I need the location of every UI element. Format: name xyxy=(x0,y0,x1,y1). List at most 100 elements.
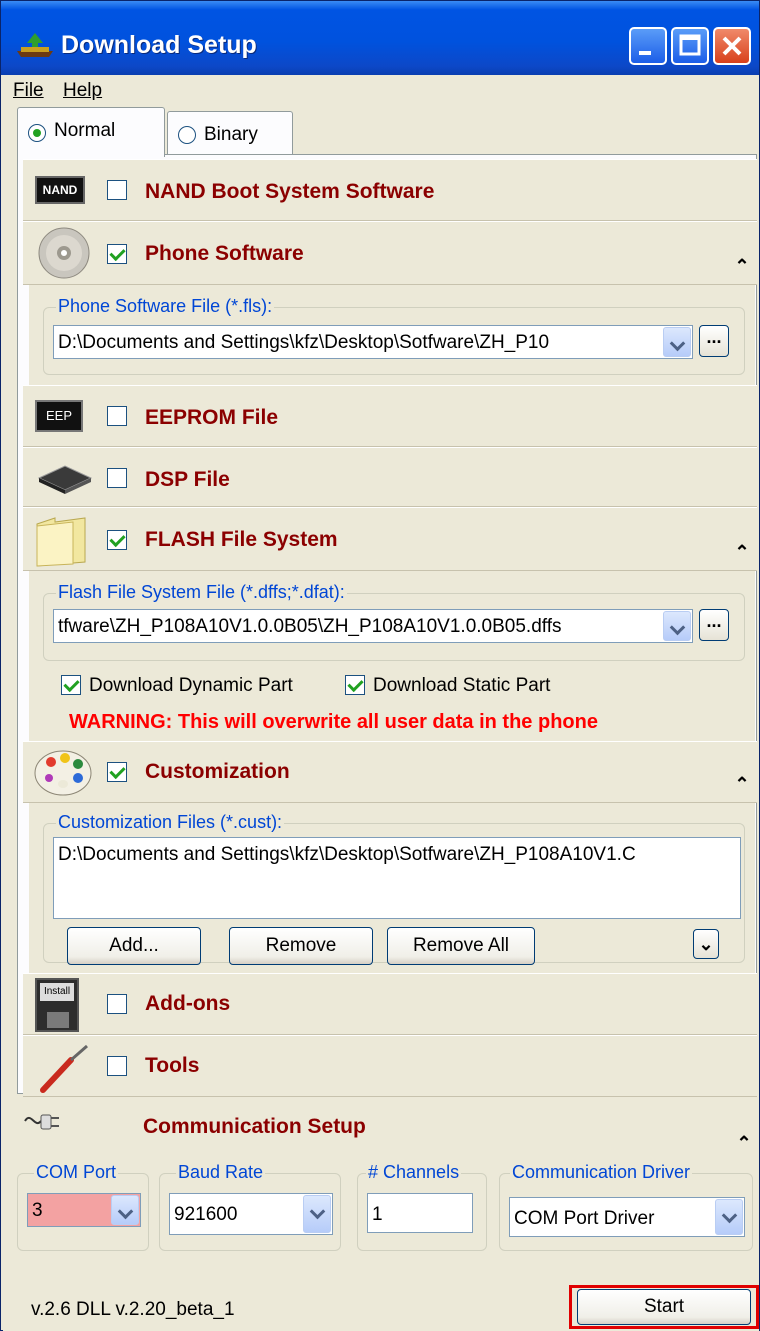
flash-file-group-title: Flash File System File (*.dffs;*.dfat): xyxy=(56,582,347,603)
com-port-combo[interactable]: 3 xyxy=(27,1193,141,1227)
section-eeprom[interactable]: EEP EEPROM File xyxy=(23,385,757,447)
palette-icon xyxy=(34,750,92,796)
customization-checkbox[interactable] xyxy=(107,762,127,782)
channels-value: 1 xyxy=(372,1204,383,1225)
folder-icon xyxy=(36,517,86,567)
baud-rate-value: 921600 xyxy=(174,1204,238,1225)
communication-setup-title: Communication Setup xyxy=(143,1115,366,1138)
floppy-install-icon: Install xyxy=(35,978,79,1032)
customization-file-group-title: Customization Files (*.cust): xyxy=(56,812,285,833)
section-customization[interactable]: Customization ⌃ xyxy=(23,741,757,803)
driver-combo[interactable]: COM Port Driver xyxy=(509,1197,745,1237)
download-dynamic-label: Download Dynamic Part xyxy=(89,675,293,696)
phone-software-checkbox[interactable] xyxy=(107,244,127,264)
add-button[interactable]: Add... xyxy=(67,927,201,965)
tools-title: Tools xyxy=(145,1054,200,1077)
start-button[interactable]: Start xyxy=(577,1289,751,1325)
section-nand[interactable]: NAND NAND Boot System Software xyxy=(23,159,757,221)
remove-button[interactable]: Remove xyxy=(229,927,373,965)
menu-bar: File Help xyxy=(3,75,759,107)
chip-icon xyxy=(37,465,93,494)
channels-input[interactable]: 1 xyxy=(367,1193,473,1233)
section-addons[interactable]: Install Add-ons xyxy=(23,973,757,1035)
section-phone-software[interactable]: Phone Software ⌃ xyxy=(23,221,757,285)
eeprom-title: EEPROM File xyxy=(145,406,279,429)
download-setup-window: Download Setup File Help Normal Binary N… xyxy=(0,0,760,1331)
minimize-button[interactable] xyxy=(629,27,667,65)
install-label: Install xyxy=(40,983,74,1001)
nand-icon: NAND xyxy=(35,176,85,204)
customization-body: Customization Files (*.cust): D:\Documen… xyxy=(29,803,755,973)
tab-binary[interactable]: Binary xyxy=(167,111,293,155)
phone-software-group-title: Phone Software File (*.fls): xyxy=(56,296,275,317)
flash-file-combo[interactable]: tfware\ZH_P108A10V1.0.0B05\ZH_P108A10V1.… xyxy=(53,609,693,643)
nand-checkbox[interactable] xyxy=(107,180,127,200)
com-port-value: 3 xyxy=(32,1200,43,1221)
dropdown-arrow-icon[interactable] xyxy=(111,1195,139,1225)
driver-value: COM Port Driver xyxy=(514,1208,655,1229)
phone-software-browse-button[interactable]: ... xyxy=(699,325,729,357)
baud-rate-label: Baud Rate xyxy=(176,1162,266,1183)
channels-label: # Channels xyxy=(366,1162,462,1183)
flash-browse-button[interactable]: ... xyxy=(699,609,729,641)
maximize-button[interactable] xyxy=(671,27,709,65)
addons-title: Add-ons xyxy=(145,992,231,1015)
communication-setup: Communication Setup ⌃ COM Port 3 Baud Ra… xyxy=(3,1103,759,1263)
app-icon xyxy=(17,33,53,57)
download-static-label: Download Static Part xyxy=(373,675,551,696)
customization-title: Customization xyxy=(145,760,290,783)
title-bar[interactable]: Download Setup xyxy=(1,1,759,75)
addons-checkbox[interactable] xyxy=(107,994,127,1014)
list-item[interactable]: D:\Documents and Settings\kfz\Desktop\So… xyxy=(58,844,636,866)
overwrite-warning: WARNING: This will overwrite all user da… xyxy=(69,711,598,733)
tab-normal-label: Normal xyxy=(54,120,116,141)
eeprom-checkbox[interactable] xyxy=(107,406,127,426)
com-port-label: COM Port xyxy=(34,1162,119,1183)
section-flash[interactable]: FLASH File System ⌃ xyxy=(23,507,757,571)
collapse-chevron-icon[interactable]: ⌃ xyxy=(733,1133,755,1155)
window-title: Download Setup xyxy=(61,31,257,59)
flash-title: FLASH File System xyxy=(145,528,338,551)
collapse-chevron-icon[interactable]: ⌃ xyxy=(731,542,753,564)
status-bar: v.2.6 DLL v.2.20_beta_1 Start xyxy=(3,1263,759,1331)
eeprom-icon: EEP xyxy=(35,400,83,432)
expand-chevron-icon[interactable]: ⌄ xyxy=(693,929,719,959)
section-dsp[interactable]: DSP File xyxy=(23,447,757,507)
binary-radio[interactable] xyxy=(178,126,196,144)
flash-body: Flash File System File (*.dffs;*.dfat): … xyxy=(29,571,755,741)
screwdriver-icon xyxy=(40,1044,88,1093)
version-text: v.2.6 DLL v.2.20_beta_1 xyxy=(31,1299,235,1320)
download-dynamic-checkbox[interactable] xyxy=(61,675,81,695)
phone-software-file-combo[interactable]: D:\Documents and Settings\kfz\Desktop\So… xyxy=(53,325,693,359)
close-button[interactable] xyxy=(713,27,751,65)
dropdown-arrow-icon[interactable] xyxy=(663,611,691,641)
nand-title: NAND Boot System Software xyxy=(145,180,435,203)
menu-help[interactable]: Help xyxy=(63,80,102,102)
flash-file-value: tfware\ZH_P108A10V1.0.0B05\ZH_P108A10V1.… xyxy=(58,616,562,637)
customization-files-list[interactable]: D:\Documents and Settings\kfz\Desktop\So… xyxy=(53,837,741,919)
phone-software-title: Phone Software xyxy=(145,242,304,265)
tab-binary-label: Binary xyxy=(204,124,258,145)
collapse-chevron-icon[interactable]: ⌃ xyxy=(731,774,753,796)
menu-file[interactable]: File xyxy=(13,80,44,102)
normal-radio[interactable] xyxy=(28,124,46,142)
collapse-chevron-icon[interactable]: ⌃ xyxy=(731,256,753,278)
cd-icon xyxy=(38,227,90,279)
tools-checkbox[interactable] xyxy=(107,1056,127,1076)
phone-software-body: Phone Software File (*.fls): D:\Document… xyxy=(29,285,755,385)
dsp-title: DSP File xyxy=(145,468,230,491)
baud-rate-combo[interactable]: 921600 xyxy=(169,1193,333,1235)
section-tools[interactable]: Tools xyxy=(23,1035,757,1097)
remove-all-button[interactable]: Remove All xyxy=(387,927,535,965)
mode-tabs: Normal Binary xyxy=(3,107,759,157)
flash-checkbox[interactable] xyxy=(107,530,127,550)
plug-icon xyxy=(24,1114,59,1130)
dropdown-arrow-icon[interactable] xyxy=(715,1199,743,1235)
phone-software-file-value: D:\Documents and Settings\kfz\Desktop\So… xyxy=(58,332,550,353)
dropdown-arrow-icon[interactable] xyxy=(663,327,691,357)
download-static-checkbox[interactable] xyxy=(345,675,365,695)
dsp-checkbox[interactable] xyxy=(107,468,127,488)
tab-normal[interactable]: Normal xyxy=(17,107,165,157)
driver-label: Communication Driver xyxy=(510,1162,693,1183)
dropdown-arrow-icon[interactable] xyxy=(303,1195,331,1233)
